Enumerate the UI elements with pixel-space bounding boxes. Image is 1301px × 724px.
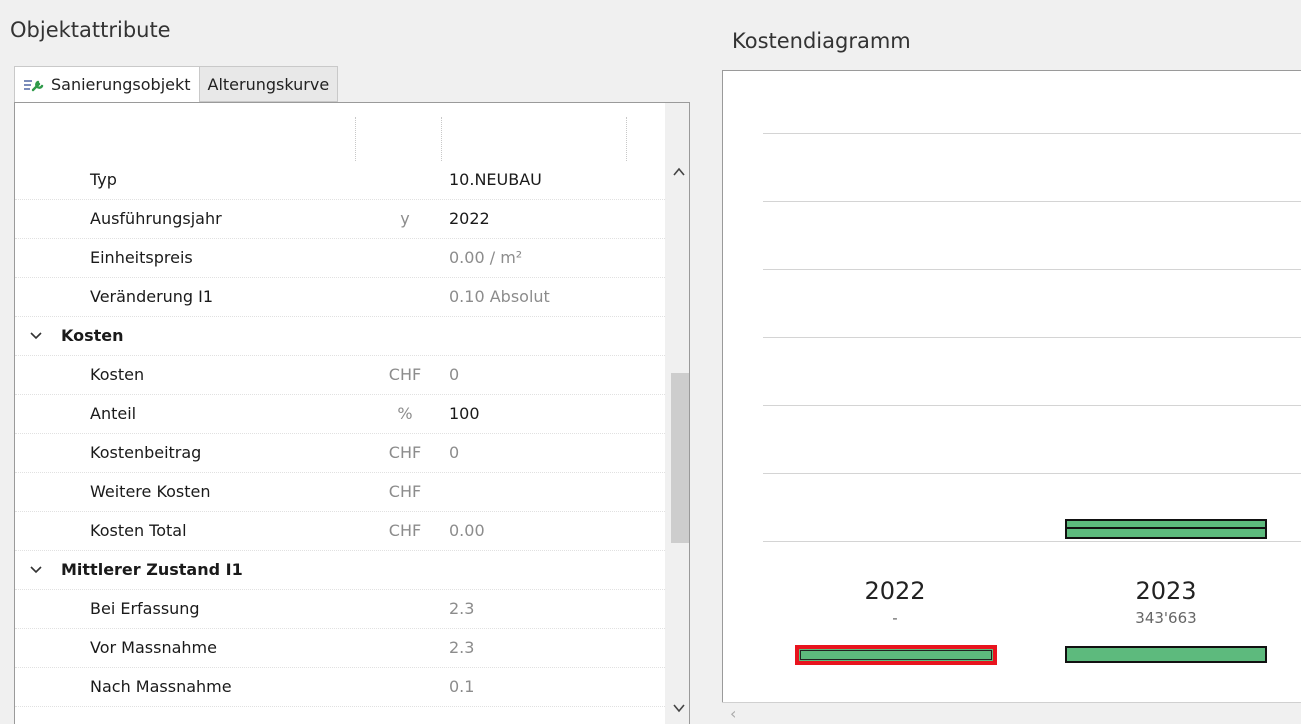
- cost-diagram-canvas[interactable]: 2022 - 2023 343'663: [722, 70, 1301, 724]
- horizontal-scrollbar[interactable]: ‹: [722, 702, 1301, 724]
- property-unit: y: [400, 209, 410, 228]
- wrench-list-icon: [23, 77, 45, 93]
- property-name: Einheitspreis: [90, 248, 193, 267]
- year-cost-2023: 343'663: [1135, 609, 1197, 627]
- property-row-anteil[interactable]: Anteil % 100: [15, 395, 665, 434]
- scroll-down-icon[interactable]: [672, 701, 686, 715]
- year-cost-2022: -: [892, 609, 898, 627]
- property-row-kostenbeitrag[interactable]: Kostenbeitrag CHF 0: [15, 434, 665, 473]
- property-name: Vor Massnahme: [90, 638, 217, 657]
- scroll-left-icon[interactable]: ‹: [730, 704, 736, 723]
- panel-title: Kostendiagramm: [732, 29, 911, 53]
- property-row-typ[interactable]: Typ 10.NEUBAU: [15, 161, 665, 200]
- property-unit: CHF: [388, 443, 422, 462]
- property-row-vor-massnahme[interactable]: Vor Massnahme 2.3: [15, 629, 665, 668]
- property-name: Veränderung I1: [90, 287, 214, 306]
- scrollbar-thumb[interactable]: [671, 373, 689, 543]
- column-divider: [626, 117, 627, 161]
- gridline: [763, 133, 1301, 134]
- property-row-bei-erfassung[interactable]: Bei Erfassung 2.3: [15, 590, 665, 629]
- gridline: [763, 337, 1301, 338]
- column-divider: [355, 117, 356, 161]
- grid-header-row: [15, 117, 665, 161]
- property-unit: CHF: [388, 521, 422, 540]
- property-value: 0.00 / m²: [449, 248, 523, 267]
- property-row-kosten-total[interactable]: Kosten Total CHF 0.00: [15, 512, 665, 551]
- gridline: [763, 405, 1301, 406]
- vertical-scrollbar[interactable]: [665, 103, 689, 724]
- property-value[interactable]: 10.NEUBAU: [449, 170, 542, 189]
- year-bar-2023[interactable]: [1065, 646, 1267, 663]
- property-name: Nach Massnahme: [90, 677, 232, 696]
- property-name: Weitere Kosten: [90, 482, 211, 501]
- property-grid: Typ 10.NEUBAU Ausführungsjahr y 2022 Ein…: [14, 102, 690, 724]
- tab-sanierungsobjekt[interactable]: Sanierungsobjekt: [14, 66, 200, 103]
- property-name: Kostenbeitrag: [90, 443, 202, 462]
- scroll-up-icon[interactable]: [672, 165, 686, 179]
- group-label: Kosten: [61, 326, 124, 345]
- property-row-kosten[interactable]: Kosten CHF 0: [15, 356, 665, 395]
- property-value: 0.00: [449, 521, 485, 540]
- property-row-weitere-kosten[interactable]: Weitere Kosten CHF: [15, 473, 665, 512]
- property-value: 0.1: [449, 677, 475, 696]
- tab-label: Sanierungsobjekt: [51, 75, 191, 94]
- property-name: Ausführungsjahr: [90, 209, 222, 228]
- panel-title: Objektattribute: [10, 18, 171, 42]
- gridline: [763, 541, 1301, 542]
- property-unit: CHF: [388, 365, 422, 384]
- property-row-ausfuehrungsjahr[interactable]: Ausführungsjahr y 2022: [15, 200, 665, 239]
- gridline: [763, 473, 1301, 474]
- property-row-veraenderung[interactable]: Veränderung I1 0.10 Absolut: [15, 278, 665, 317]
- gridline: [763, 201, 1301, 202]
- property-name: Bei Erfassung: [90, 599, 200, 618]
- group-header-kosten[interactable]: Kosten: [15, 317, 665, 356]
- object-attributes-panel: Objektattribute Sanierungsobjekt Alterun…: [0, 0, 690, 724]
- property-value[interactable]: 2022: [449, 209, 490, 228]
- cost-diagram-panel: Kostendiagramm 2022 - 2023 343'663 ‹: [706, 0, 1301, 724]
- gridline: [763, 269, 1301, 270]
- property-unit: %: [397, 404, 413, 423]
- property-unit: CHF: [388, 482, 422, 501]
- group-header-mittlerer-zustand[interactable]: Mittlerer Zustand I1: [15, 551, 665, 590]
- property-row-nach-massnahme[interactable]: Nach Massnahme 0.1: [15, 668, 665, 707]
- property-value: 0: [449, 443, 460, 462]
- property-value: 0: [449, 365, 460, 384]
- property-name: Typ: [90, 170, 117, 189]
- year-label-2022: 2022: [864, 577, 926, 605]
- tab-alterungskurve[interactable]: Alterungskurve: [199, 66, 339, 102]
- property-value: 0.10 Absolut: [449, 287, 550, 306]
- property-name: Kosten: [90, 365, 145, 384]
- year-bar-2022-selected[interactable]: [795, 645, 997, 665]
- group-label: Mittlerer Zustand I1: [61, 560, 243, 579]
- cost-bar-segment[interactable]: [1065, 527, 1267, 539]
- chevron-down-icon[interactable]: [29, 328, 43, 342]
- property-row-einheitspreis[interactable]: Einheitspreis 0.00 / m²: [15, 239, 665, 278]
- property-value: 2.3: [449, 638, 475, 657]
- tab-bar: Sanierungsobjekt Alterungskurve: [14, 66, 339, 103]
- column-divider: [441, 117, 442, 161]
- property-grid-content: Typ 10.NEUBAU Ausführungsjahr y 2022 Ein…: [15, 103, 665, 723]
- property-name: Kosten Total: [90, 521, 187, 540]
- year-label-2023: 2023: [1135, 577, 1197, 605]
- tab-label: Alterungskurve: [207, 74, 330, 94]
- property-name: Anteil: [90, 404, 137, 423]
- chevron-down-icon[interactable]: [29, 562, 43, 576]
- property-value[interactable]: 100: [449, 404, 480, 423]
- property-value: 2.3: [449, 599, 475, 618]
